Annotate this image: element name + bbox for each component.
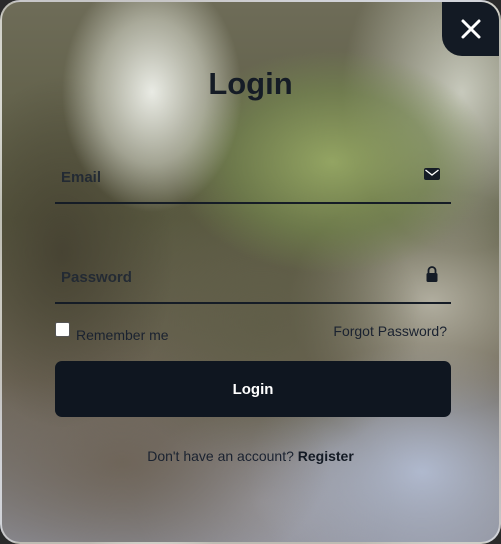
register-link[interactable]: Register bbox=[298, 448, 354, 464]
remember-me-checkbox[interactable] bbox=[55, 321, 70, 337]
login-modal: Login Remember me Forgot Password? Login… bbox=[0, 0, 501, 544]
register-prompt-text: Don't have an account? bbox=[147, 448, 298, 464]
remember-me[interactable]: Remember me bbox=[55, 321, 169, 343]
password-field-wrapper bbox=[55, 256, 451, 304]
envelope-icon bbox=[424, 168, 440, 180]
password-input[interactable] bbox=[55, 256, 403, 298]
close-icon bbox=[461, 19, 480, 39]
close-button[interactable] bbox=[442, 2, 499, 56]
email-field-wrapper bbox=[55, 156, 451, 204]
modal-title: Login bbox=[208, 66, 293, 101]
lock-icon bbox=[426, 266, 438, 282]
remember-me-label: Remember me bbox=[76, 327, 169, 343]
login-button[interactable]: Login bbox=[55, 361, 451, 417]
forgot-password-link[interactable]: Forgot Password? bbox=[333, 323, 447, 339]
email-input[interactable] bbox=[55, 156, 403, 198]
register-prompt: Don't have an account? Register bbox=[2, 448, 499, 464]
